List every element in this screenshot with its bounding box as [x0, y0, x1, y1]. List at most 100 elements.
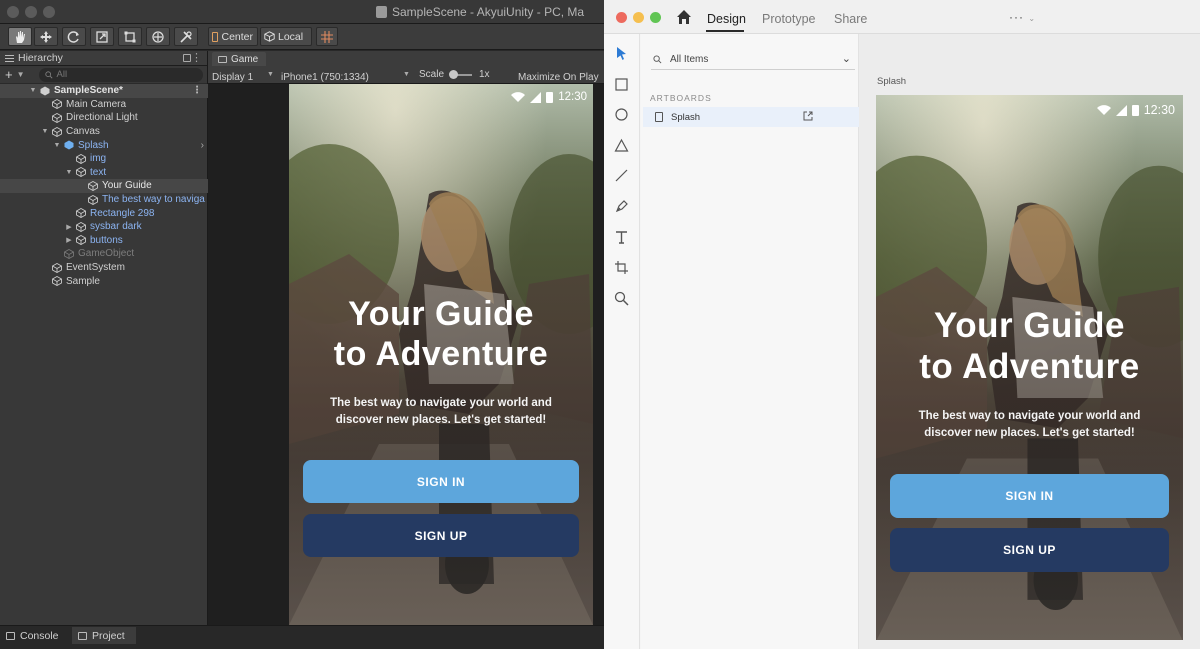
rect-tool-button[interactable] [118, 27, 142, 46]
scale-label: Scale [419, 69, 445, 80]
tree-row-directional-light[interactable]: Directional Light [0, 111, 208, 125]
headline-line-2: to Adventure [919, 347, 1140, 387]
artboard-tool-icon[interactable] [614, 260, 629, 275]
dropdown-caret-icon[interactable]: ▼ [17, 70, 25, 79]
scale-icon [96, 30, 108, 43]
tree-row-label: SampleScene* [54, 85, 123, 97]
custom-tool-button[interactable] [174, 27, 198, 46]
gameobject-cube-icon [52, 112, 62, 123]
artboard-icon [655, 112, 663, 122]
subtext-line-2: discover new places. Let's get started! [924, 426, 1135, 439]
pivot-icon [212, 31, 219, 42]
expand-arrow-icon[interactable]: ▼ [28, 87, 38, 94]
more-icon[interactable]: ⋮ [192, 85, 202, 96]
game-render-screen: 12:30 Your Guide to Adventure The best w… [289, 84, 593, 625]
unity-toolbar: Center Local [0, 24, 604, 50]
status-time: 12:30 [558, 91, 587, 103]
zoom-window-button[interactable] [650, 12, 661, 23]
tree-row-subtext[interactable]: The best way to naviga [0, 193, 208, 207]
hand-tool-button[interactable] [8, 27, 32, 46]
tree-row-label: GameObject [78, 248, 135, 260]
tree-row-label: Sample [66, 275, 100, 287]
lock-icon[interactable] [183, 54, 191, 62]
pivot-local-toggle[interactable]: Local [260, 27, 312, 46]
polygon-tool-icon[interactable] [614, 138, 629, 153]
artboard-list-item[interactable]: Splash [643, 107, 859, 127]
sign-in-label: SIGN IN [416, 474, 466, 489]
pen-tool-icon[interactable] [614, 199, 629, 214]
tree-row-sysbar-dark[interactable]: ▶ sysbar dark [0, 220, 208, 234]
expand-arrow-icon[interactable]: ▼ [40, 128, 50, 135]
dropdown-caret-icon[interactable]: ▼ [267, 71, 274, 78]
scale-tool-button[interactable] [90, 27, 114, 46]
minimize-window-button[interactable] [633, 12, 644, 23]
search-icon [44, 70, 52, 78]
pivot-center-toggle[interactable]: Center [208, 27, 258, 46]
sign-in-button[interactable]: SIGN IN [890, 474, 1169, 518]
hierarchy-search-input[interactable]: All [38, 67, 203, 82]
layers-filter-dropdown[interactable]: All Items ⌄ [651, 50, 855, 70]
close-window-button[interactable] [616, 12, 627, 23]
sign-up-button[interactable]: SIGN UP [303, 514, 579, 557]
line-tool-icon[interactable] [614, 168, 629, 183]
text-tool-icon[interactable] [614, 230, 629, 245]
tree-row-sample[interactable]: Sample [0, 274, 208, 288]
tree-row-main-camera[interactable]: Main Camera [0, 98, 208, 112]
chevron-right-icon[interactable]: › [201, 140, 204, 151]
tree-row-samplescene[interactable]: ▼ SampleScene* ⋮ [0, 84, 208, 98]
tree-row-gameobject[interactable]: GameObject [0, 247, 208, 261]
tree-row-text[interactable]: ▼ text [0, 166, 208, 180]
select-tool-icon[interactable] [614, 46, 629, 61]
close-window-button[interactable] [7, 6, 19, 18]
artboard-name-label[interactable]: Splash [877, 76, 906, 87]
zoom-tool-icon[interactable] [614, 291, 629, 306]
subtext: The best way to navigate your world and … [289, 395, 593, 428]
console-tab[interactable]: Console [0, 627, 68, 644]
transform-tool-button[interactable] [146, 27, 170, 46]
tree-row-buttons[interactable]: ▶ buttons [0, 234, 208, 248]
list-icon [5, 54, 14, 62]
game-tab[interactable]: Game [212, 52, 266, 66]
tree-row-your-guide[interactable]: Your Guide [0, 179, 208, 193]
ellipse-tool-icon[interactable] [614, 107, 629, 122]
search-icon [653, 55, 662, 64]
tree-row-splash[interactable]: ▼ Splash › [0, 138, 208, 152]
expand-arrow-icon[interactable]: ▼ [52, 142, 62, 149]
tree-row-img[interactable]: img [0, 152, 208, 166]
collapse-arrow-icon[interactable]: ▶ [64, 223, 74, 231]
tab-design[interactable]: Design [707, 12, 746, 26]
rotate-tool-button[interactable] [62, 27, 86, 46]
folder-icon [78, 631, 87, 640]
tree-row-eventsystem[interactable]: EventSystem [0, 261, 208, 275]
rectangle-tool-icon[interactable] [614, 77, 629, 92]
gameobject-cube-icon [64, 248, 74, 259]
scale-slider[interactable] [449, 70, 472, 79]
move-tool-button[interactable] [34, 27, 58, 46]
tree-row-canvas[interactable]: ▼ Canvas [0, 125, 208, 139]
tab-share[interactable]: Share [834, 12, 867, 26]
tab-prototype[interactable]: Prototype [762, 12, 816, 26]
tree-row-rectangle-298[interactable]: Rectangle 298 [0, 206, 208, 220]
sign-in-button[interactable]: SIGN IN [303, 460, 579, 503]
external-link-icon[interactable] [803, 111, 813, 121]
project-tab[interactable]: Project [72, 627, 136, 644]
home-icon[interactable] [676, 9, 692, 25]
expand-arrow-icon[interactable]: ▼ [64, 169, 74, 176]
dropdown-caret-icon[interactable]: ▼ [403, 71, 410, 78]
xd-artboard-splash[interactable]: 12:30 Your Guide to Adventure The best w… [876, 95, 1183, 640]
collapse-arrow-icon[interactable]: ▶ [64, 236, 74, 244]
sign-up-button[interactable]: SIGN UP [890, 528, 1169, 572]
project-tab-label: Project [92, 629, 125, 642]
unity-scene-icon [40, 86, 50, 96]
minimize-window-button[interactable] [25, 6, 37, 18]
more-icon[interactable]: ⋮ [191, 51, 202, 64]
tree-row-label: The best way to naviga [102, 194, 205, 206]
tree-row-label: Canvas [66, 126, 100, 138]
artboard-item-label: Splash [671, 111, 701, 123]
more-options-button[interactable]: ··· ⌄ [1009, 10, 1036, 24]
hierarchy-tab[interactable]: Hierarchy ⋮ [0, 51, 207, 66]
zoom-window-button[interactable] [43, 6, 55, 18]
hierarchy-tree: ▼ SampleScene* ⋮ Main Camera Directional… [0, 84, 208, 288]
add-icon[interactable]: + [5, 68, 13, 81]
grid-snap-button[interactable] [316, 27, 338, 46]
